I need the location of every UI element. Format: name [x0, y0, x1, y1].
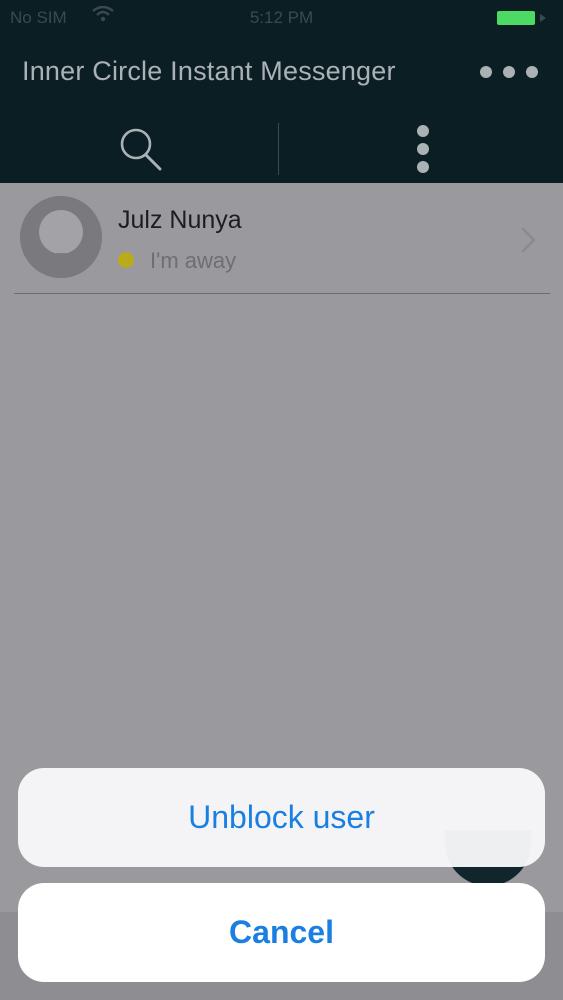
page-title: Inner Circle Instant Messenger [22, 56, 396, 86]
cancel-button[interactable]: Cancel [18, 883, 545, 982]
battery-icon [497, 11, 535, 25]
more-vertical-icon[interactable] [408, 125, 438, 173]
search-button[interactable] [108, 125, 168, 171]
contact-status: I'm away [150, 248, 237, 273]
unblock-user-button[interactable]: Unblock user [18, 768, 545, 867]
presence-dot [118, 252, 134, 268]
more-horizontal-icon[interactable] [480, 64, 538, 80]
battery-tip-icon [540, 14, 546, 22]
chevron-right-icon [521, 227, 536, 253]
unblock-user-label: Unblock user [188, 799, 375, 835]
avatar [20, 196, 102, 278]
contact-row[interactable]: Julz Nunya I'm away [14, 188, 550, 294]
app-header: No SIM 5:12 PM Inner Circle Instant Mess… [0, 0, 563, 183]
default-avatar-icon [20, 196, 102, 278]
cancel-label: Cancel [229, 914, 334, 950]
toolbar [0, 113, 563, 183]
status-bar: No SIM 5:12 PM [0, 0, 563, 36]
contact-name: Julz Nunya [118, 206, 242, 234]
clock: 5:12 PM [249, 8, 314, 27]
toolbar-divider [278, 123, 279, 175]
search-icon [120, 128, 162, 171]
